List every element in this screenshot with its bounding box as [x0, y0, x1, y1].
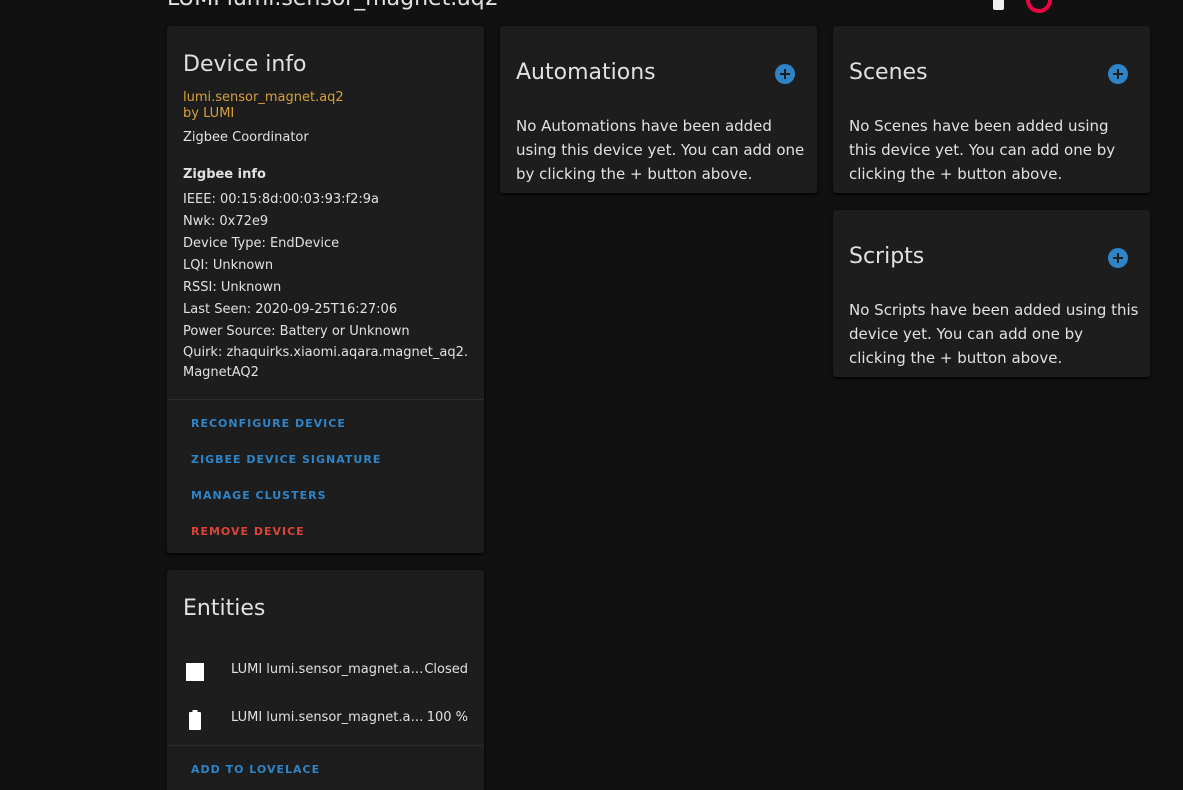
- entities-card: Entities LUMI lumi.sensor_magnet.aq2 on_…: [167, 570, 484, 790]
- device-page: LUMI lumi.sensor_magnet.aq2 Zigbee Devic…: [0, 0, 1183, 790]
- manage-clusters-button[interactable]: MANAGE CLUSTERS: [191, 489, 327, 502]
- entity-name: LUMI lumi.sensor_magnet.aq2 battery: [231, 710, 427, 725]
- reconfigure-device-button[interactable]: RECONFIGURE DEVICE: [191, 417, 346, 430]
- zigbee-info-list: IEEE: 00:15:8d:00:03:93:f2:9a Nwk: 0x72e…: [183, 189, 473, 383]
- zigbee-logo-mark: [1026, 0, 1053, 13]
- scenes-card: Scenes No Scenes have been added using t…: [833, 26, 1150, 193]
- header-actions: Zigbee: [993, 0, 1151, 14]
- square-icon: [186, 663, 204, 681]
- scenes-empty-text: No Scenes have been added using this dev…: [849, 117, 1116, 183]
- scripts-empty-text: No Scripts have been added using this de…: [849, 301, 1139, 367]
- zigbee-last-seen: Last Seen: 2020-09-25T16:27:06: [183, 302, 398, 317]
- zigbee-logo-text: Zigbee: [1058, 0, 1151, 14]
- device-info-card: Device info lumi.sensor_magnet.aq2 by LU…: [167, 26, 484, 553]
- zigbee-quirk: Quirk: zhaquirks.xiaomi.aqara.magnet_aq2…: [183, 345, 468, 380]
- device-info-title: Device info: [183, 52, 307, 77]
- automations-title: Automations: [516, 60, 656, 85]
- entity-name: LUMI lumi.sensor_magnet.aq2 on_off: [231, 662, 427, 677]
- add-to-lovelace-button[interactable]: ADD TO LOVELACE: [191, 763, 320, 776]
- zigbee-nwk: Nwk: 0x72e9: [183, 214, 269, 229]
- zigbee-logo: Zigbee: [1026, 0, 1151, 14]
- zigbee-info-title: Zigbee info: [183, 167, 266, 182]
- zigbee-rssi: RSSI: Unknown: [183, 280, 282, 295]
- scripts-title: Scripts: [849, 244, 925, 269]
- zigbee-ieee: IEEE: 00:15:8d:00:03:93:f2:9a: [183, 192, 379, 207]
- entity-row[interactable]: LUMI lumi.sensor_magnet.aq2 battery 100 …: [167, 698, 484, 738]
- battery-icon: [189, 710, 201, 730]
- device-via: Zigbee Coordinator: [183, 130, 309, 145]
- add-scene-button[interactable]: [1108, 64, 1128, 84]
- divider: [167, 399, 484, 400]
- page-title: LUMI lumi.sensor_magnet.aq2: [167, 0, 499, 11]
- zigbee-device-type: Device Type: EndDevice: [183, 236, 340, 251]
- device-manufacturer: by LUMI: [183, 106, 235, 121]
- automations-card: Automations No Automations have been add…: [500, 26, 817, 193]
- zigbee-lqi: LQI: Unknown: [183, 258, 274, 273]
- device-model: lumi.sensor_magnet.aq2 by LUMI: [183, 90, 344, 122]
- device-model-name: lumi.sensor_magnet.aq2: [183, 90, 344, 105]
- divider: [167, 745, 484, 746]
- phone-icon[interactable]: [993, 0, 1005, 10]
- add-automation-button[interactable]: [775, 64, 795, 84]
- entities-title: Entities: [183, 596, 266, 621]
- entity-state: 100 %: [426, 710, 468, 725]
- zigbee-power-source: Power Source: Battery or Unknown: [183, 324, 410, 339]
- zigbee-device-signature-button[interactable]: ZIGBEE DEVICE SIGNATURE: [191, 453, 381, 466]
- entity-state: Closed: [424, 662, 468, 677]
- automations-empty-text: No Automations have been added using thi…: [516, 117, 805, 183]
- scripts-card: Scripts No Scripts have been added using…: [833, 210, 1150, 377]
- entity-row[interactable]: LUMI lumi.sensor_magnet.aq2 on_off Close…: [167, 650, 484, 690]
- add-script-button[interactable]: [1108, 248, 1128, 268]
- scenes-title: Scenes: [849, 60, 928, 85]
- remove-device-button[interactable]: REMOVE DEVICE: [191, 525, 305, 538]
